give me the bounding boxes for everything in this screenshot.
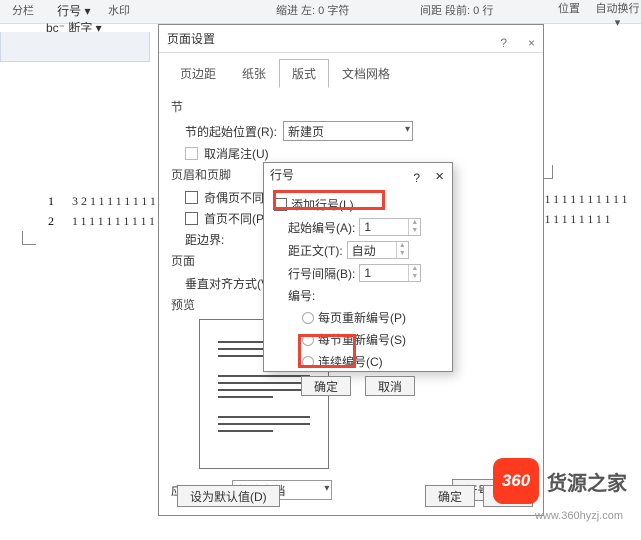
line-number-2: 2 (48, 214, 57, 229)
ribbon-spacing-before[interactable]: 间距 段前: 0 行 (420, 2, 493, 18)
tabs: 页边距 纸张 版式 文档网格 (159, 53, 543, 88)
brand-badge: 360 (493, 458, 539, 504)
brand-name: 货源之家 (547, 467, 627, 496)
ribbon-position[interactable]: 位置 (558, 0, 580, 16)
ok-button[interactable]: 确定 (425, 485, 475, 507)
count-by-spinner: 1 ▲▼ (359, 264, 421, 282)
dialog-footer: 设为默认值(D) 取消 确定 (169, 485, 533, 507)
line-number-1: 1 (48, 194, 57, 209)
ribbon-drop-area (0, 32, 150, 62)
restart-page-radio (302, 312, 314, 324)
help-icon[interactable]: ? (500, 29, 507, 57)
numbering-label: 编号: (288, 287, 315, 304)
help-icon[interactable]: ? (413, 166, 420, 190)
section-start-combo[interactable]: 新建页 ▾ (283, 121, 413, 141)
continuous-radio (302, 356, 314, 368)
brand-logo: 360 货源之家 (493, 458, 627, 504)
doc-text-1: 3211111111 (72, 194, 159, 209)
ribbon-columns[interactable]: 分栏 (12, 2, 34, 18)
set-default-button[interactable]: 设为默认值(D) (177, 485, 280, 507)
suppress-endnotes-label: 取消尾注(U) (204, 145, 269, 162)
start-at-label: 起始编号(A): (288, 219, 355, 236)
count-by-label: 行号间隔(B): (288, 265, 355, 282)
chevron-down-icon: ▾ (405, 124, 410, 135)
continuous-label: 连续编号(C) (318, 353, 383, 370)
close-icon[interactable]: × (435, 165, 444, 189)
first-page-checkbox[interactable] (185, 212, 198, 225)
restart-page-label: 每页重新编号(P) (318, 309, 406, 326)
suppress-endnotes-checkbox (185, 147, 198, 160)
doc-text-right-1: 11111111111 (536, 192, 641, 207)
section-heading: 节 (171, 98, 531, 115)
add-line-number-checkbox[interactable] (274, 198, 287, 211)
restart-section-label: 每节重新编号(S) (318, 331, 406, 348)
dialog2-ok-button[interactable]: 确定 (301, 376, 351, 396)
line-number-dialog: 行号 ? × 添加行号(L) 起始编号(A): 1 ▲▼ 距正文(T): 自动 … (263, 162, 453, 372)
section-start-label: 节的起始位置(R): (185, 123, 277, 140)
dialog2-titlebar: 行号 ? × (264, 163, 452, 187)
dialog2-title: 行号 (270, 168, 294, 182)
ribbon-line-numbers[interactable]: 行号 ▾ bc⁻ 断字 ▾ (46, 2, 102, 36)
margin-corner-icon (22, 231, 36, 245)
dialog-title: 页面设置 (167, 32, 215, 46)
from-text-label: 距正文(T): (288, 242, 343, 259)
tab-paper[interactable]: 纸张 (229, 59, 279, 88)
ribbon-watermark[interactable]: 水印 (108, 2, 130, 18)
start-at-spinner: 1 ▲▼ (359, 218, 421, 236)
brand-url: www.360hyzj.com (535, 510, 623, 522)
dialog2-cancel-button[interactable]: 取消 (365, 376, 415, 396)
doc-text-right-2: 111111111 (536, 212, 641, 227)
add-line-number-label: 添加行号(L) (291, 196, 354, 213)
dialog2-body: 添加行号(L) 起始编号(A): 1 ▲▼ 距正文(T): 自动 ▲▼ 行号间隔… (264, 187, 452, 400)
tab-layout[interactable]: 版式 (279, 59, 329, 88)
ribbon-line-numbers-label: 行号 ▾ (57, 4, 90, 18)
first-page-label: 首页不同(P) (204, 210, 268, 227)
spinner-buttons: ▲▼ (408, 219, 420, 235)
restart-section-radio (302, 334, 314, 346)
ribbon-indent-left[interactable]: 缩进 左: 0 字符 (276, 2, 349, 18)
tab-grid[interactable]: 文档网格 (329, 59, 403, 88)
from-text-spinner: 自动 ▲▼ (347, 241, 409, 259)
tab-margin[interactable]: 页边距 (167, 59, 229, 88)
document-area: 1 2 3211111111 1111111111 (0, 66, 150, 226)
doc-text-2: 1111111111 (72, 214, 158, 229)
section-start-value: 新建页 (288, 123, 324, 140)
dialog-titlebar: 页面设置 ? × (159, 25, 543, 53)
odd-even-checkbox[interactable] (185, 191, 198, 204)
ribbon-wrap[interactable]: 自动换行 ▾ (594, 0, 641, 29)
from-edge-label: 距边界: (185, 231, 224, 248)
close-icon[interactable]: × (528, 29, 535, 57)
